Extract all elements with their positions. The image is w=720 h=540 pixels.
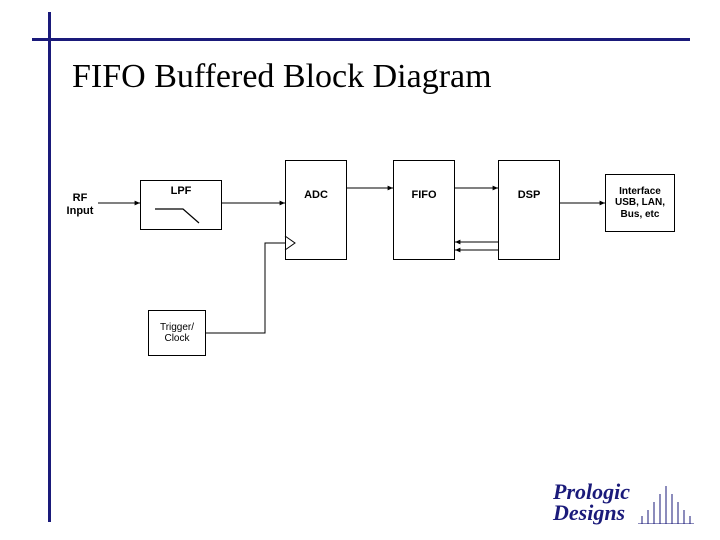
frame-top-rule	[32, 38, 690, 41]
logo-line-2: Designs	[553, 503, 630, 524]
prologic-designs-logo: Prologic Designs	[553, 480, 694, 524]
page-title: FIFO Buffered Block Diagram	[72, 58, 492, 96]
logo-bars-icon	[638, 480, 694, 524]
frame-left-rule	[48, 12, 51, 522]
block-diagram: RF Input LPF ADC FIFO DSP Interface USB,…	[60, 150, 680, 410]
logo-text: Prologic Designs	[553, 482, 630, 524]
diagram-connections	[60, 150, 680, 410]
